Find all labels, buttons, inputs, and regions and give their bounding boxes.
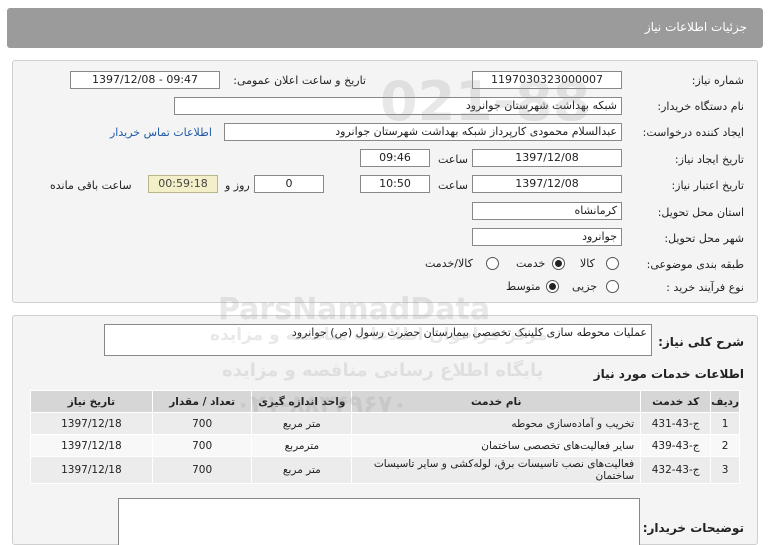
category-radio-goods-service[interactable] [486, 257, 499, 270]
cell-unit: متر مربع [251, 456, 353, 484]
process-label: نوع فرآیند خرید : [666, 281, 744, 294]
col-row-number: ردیف [710, 390, 740, 413]
col-service-code: کد خدمت [640, 390, 712, 413]
cell-service-code: ج-43-431 [640, 412, 712, 435]
need-number-label: شماره نیاز: [691, 74, 744, 87]
announce-label: تاریخ و ساعت اعلان عمومی: [233, 74, 366, 87]
col-quantity: تعداد / مقدار [151, 390, 253, 413]
category-option-goods: کالا [580, 257, 595, 270]
category-radio-goods[interactable] [606, 257, 619, 270]
summary-field[interactable]: عملیات محوطه سازی کلینیک تخصصی بیمارستان… [104, 324, 652, 356]
created-time-field[interactable]: 09:46 [360, 149, 430, 167]
validity-label: تاریخ اعتبار نیاز: [671, 179, 744, 192]
province-field[interactable]: کرمانشاه [472, 202, 622, 220]
cell-quantity: 700 [151, 412, 253, 435]
category-radio-service[interactable] [552, 257, 565, 270]
cell-unit: متر مربع [251, 412, 353, 435]
province-label: استان محل تحویل: [657, 206, 744, 219]
buyer-contact-link[interactable]: اطلاعات تماس خریدار [110, 126, 212, 139]
cell-need-date: 1397/12/18 [30, 456, 153, 484]
services-title: اطلاعات خدمات مورد نیاز [593, 367, 744, 381]
cell-need-date: 1397/12/18 [30, 434, 153, 457]
process-radio-medium[interactable] [546, 280, 559, 293]
cell-need-date: 1397/12/18 [30, 412, 153, 435]
page-title: جزئیات اطلاعات نیاز [644, 20, 747, 34]
announce-field[interactable]: 1397/12/08 - 09:47 [70, 71, 220, 89]
col-service-name: نام خدمت [351, 390, 642, 413]
remaining-label: ساعت باقی مانده [50, 179, 132, 192]
requester-field[interactable]: عبدالسلام محمودی کارپرداز شبکه بهداشت شه… [224, 123, 622, 141]
days-label: روز و [225, 179, 250, 192]
process-radio-minor[interactable] [606, 280, 619, 293]
col-unit: واحد اندازه گیری [251, 390, 353, 413]
validity-time-label: ساعت [438, 179, 468, 192]
requester-label: ایجاد کننده درخواست: [642, 126, 744, 139]
created-time-label: ساعت [438, 153, 468, 166]
category-label: طبقه بندی موضوعی: [646, 258, 744, 271]
category-option-goods-service: کالا/خدمت [425, 257, 473, 270]
cell-row-number: 3 [710, 456, 740, 484]
cell-service-name: سایر فعالیت‌های تخصصی ساختمان [351, 434, 642, 457]
page-header: جزئیات اطلاعات نیاز [7, 8, 763, 48]
cell-service-code: ج-43-439 [640, 434, 712, 457]
services-table: ردیف کد خدمت نام خدمت واحد اندازه گیری ت… [30, 390, 740, 484]
buyer-org-label: نام دستگاه خریدار: [657, 100, 744, 113]
cell-quantity: 700 [151, 434, 253, 457]
table-header-row: ردیف کد خدمت نام خدمت واحد اندازه گیری ت… [30, 390, 740, 413]
remaining-days-field[interactable]: 0 [254, 175, 324, 193]
created-label: تاریخ ایجاد نیاز: [674, 153, 744, 166]
remaining-time-field: 00:59:18 [148, 175, 218, 193]
need-number-field[interactable]: 1197030323000007 [472, 71, 622, 89]
buyer-org-field[interactable]: شبکه بهداشت شهرستان جوانرود [174, 97, 622, 115]
cell-row-number: 2 [710, 434, 740, 457]
cell-row-number: 1 [710, 412, 740, 435]
table-row: 3 ج-43-432 فعالیت‌های نصب تاسیسات برق، ل… [30, 456, 740, 484]
created-date-field[interactable]: 1397/12/08 [472, 149, 622, 167]
validity-time-field[interactable]: 10:50 [360, 175, 430, 193]
cell-service-name: تخریب و آماده‌سازی محوطه [351, 412, 642, 435]
city-field[interactable]: جوانرود [472, 228, 622, 246]
cell-unit: مترمربع [251, 434, 353, 457]
buyer-notes-field[interactable] [118, 498, 640, 545]
summary-label: شرح کلی نیاز: [658, 335, 744, 349]
table-row: 2 ج-43-439 سایر فعالیت‌های تخصصی ساختمان… [30, 434, 740, 457]
buyer-notes-label: توضیحات خریدار: [642, 521, 744, 535]
category-option-service: خدمت [516, 257, 546, 270]
process-option-medium: متوسط [506, 280, 541, 293]
process-option-minor: جزیی [572, 280, 598, 293]
cell-service-code: ج-43-432 [640, 456, 712, 484]
city-label: شهر محل تحویل: [664, 232, 744, 245]
col-need-date: تاریخ نیاز [30, 390, 153, 413]
validity-date-field[interactable]: 1397/12/08 [472, 175, 622, 193]
cell-service-name: فعالیت‌های نصب تاسیسات برق، لوله‌کشی و س… [351, 456, 642, 484]
table-row: 1 ج-43-431 تخریب و آماده‌سازی محوطه متر … [30, 412, 740, 435]
cell-quantity: 700 [151, 456, 253, 484]
